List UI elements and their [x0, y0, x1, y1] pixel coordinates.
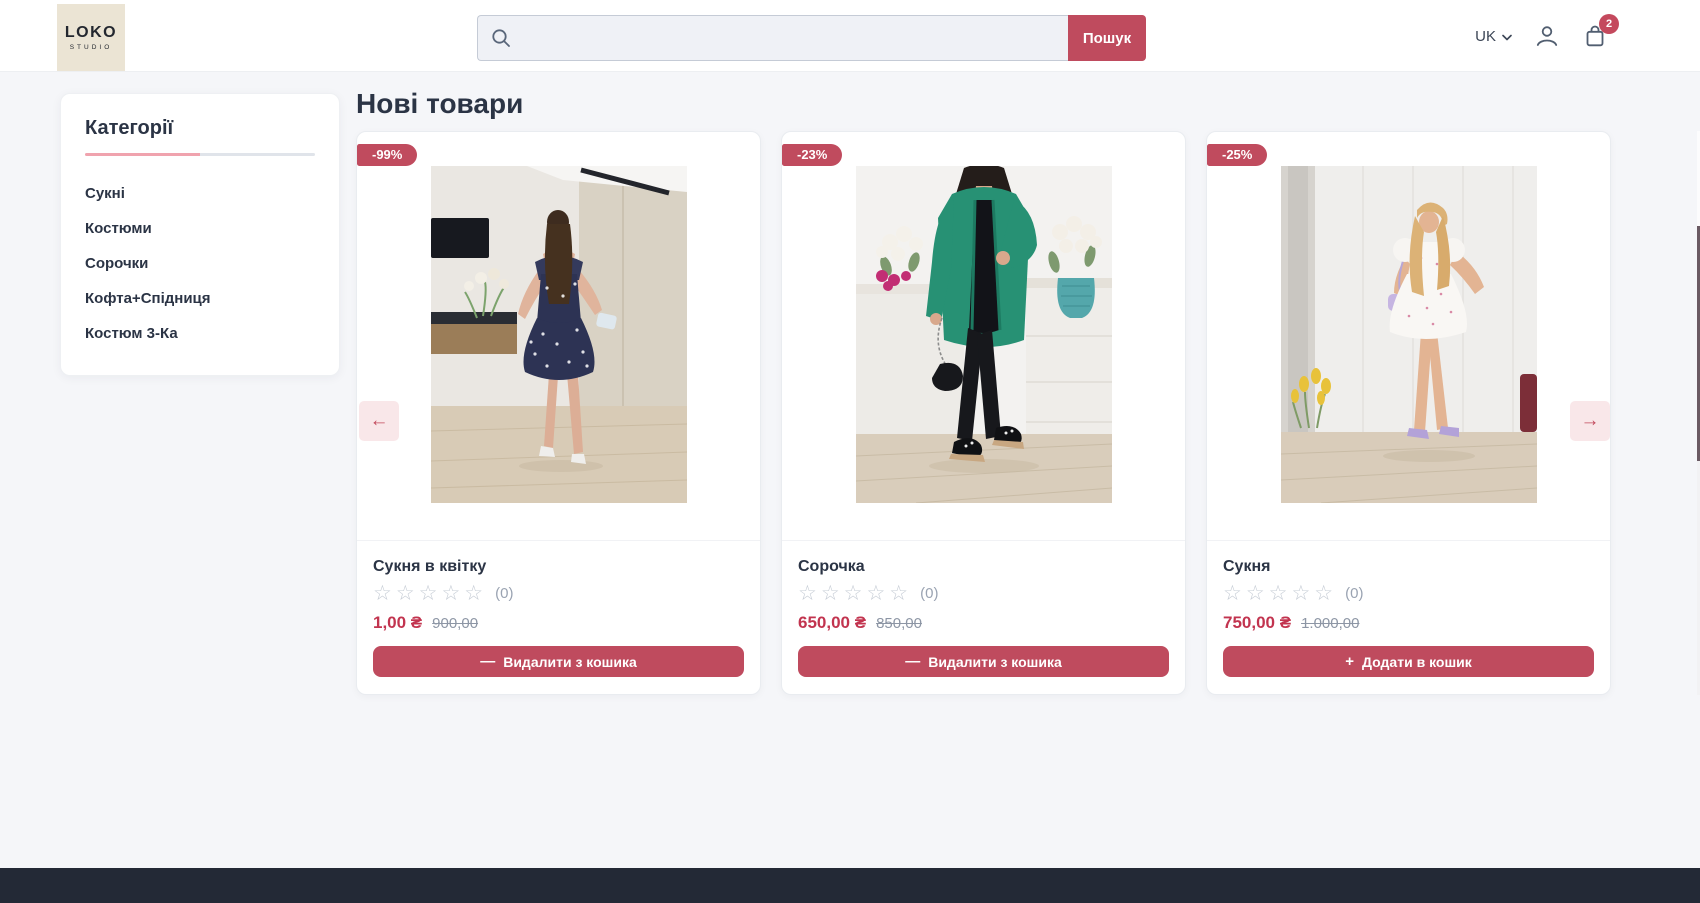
- product-info: Сукня ☆☆☆☆☆ (0) 750,00 ₴ 1.000,00 + Дода…: [1207, 541, 1610, 677]
- sidebar-item-kostiumy[interactable]: Костюми: [85, 211, 315, 246]
- discount-badge: -23%: [782, 144, 842, 166]
- arrow-left-icon: ←: [370, 410, 389, 432]
- categories-panel: Категорії Сукні Костюми Сорочки Кофта+Сп…: [60, 93, 340, 376]
- product-info: Сукня в квітку ☆☆☆☆☆ (0) 1,00 ₴ 900,00 —…: [357, 541, 760, 677]
- sidebar-item-sorochky[interactable]: Сорочки: [85, 246, 315, 281]
- remove-from-cart-button[interactable]: — Видалити з кошика: [373, 646, 744, 677]
- product-title[interactable]: Сорочка: [798, 558, 1169, 576]
- plus-icon: +: [1345, 654, 1354, 669]
- cart-button[interactable]: 2: [1582, 23, 1608, 49]
- product-prices: 1,00 ₴ 900,00: [373, 613, 744, 633]
- remove-from-cart-button[interactable]: — Видалити з кошика: [798, 646, 1169, 677]
- product-card: -99%: [356, 131, 761, 695]
- rating-count: (0): [495, 585, 513, 602]
- search-input[interactable]: [477, 15, 1068, 61]
- product-photo-illustration: [1281, 166, 1537, 503]
- sidebar-item-kofta-spidnytsia[interactable]: Кофта+Спідниця: [85, 281, 315, 316]
- categories-divider: [85, 153, 315, 156]
- rating-stars: ☆☆☆☆☆: [1223, 583, 1337, 604]
- language-label: UK: [1475, 28, 1496, 45]
- old-price: 850,00: [876, 615, 922, 632]
- logo-subtitle: STUDIO: [70, 44, 113, 51]
- header-controls: UK 2: [1475, 0, 1608, 72]
- product-title[interactable]: Сукня в квітку: [373, 558, 744, 576]
- categories-title: Категорії: [85, 117, 315, 140]
- user-icon: [1534, 23, 1560, 49]
- old-price: 900,00: [432, 615, 478, 632]
- product-card: -25%: [1206, 131, 1611, 695]
- add-to-cart-button[interactable]: + Додати в кошик: [1223, 646, 1594, 677]
- product-image[interactable]: [1207, 132, 1610, 541]
- cart-button-label: Видалити з кошика: [928, 654, 1062, 670]
- search-button[interactable]: Пошук: [1068, 15, 1146, 61]
- minus-icon: —: [905, 654, 920, 669]
- current-price: 750,00 ₴: [1223, 613, 1291, 633]
- rating-count: (0): [920, 585, 938, 602]
- carousel-next-button[interactable]: →: [1570, 401, 1610, 441]
- account-button[interactable]: [1534, 23, 1560, 49]
- cart-count-badge: 2: [1599, 14, 1619, 34]
- product-carousel: -99%: [356, 131, 1611, 695]
- page-title: Нові товари: [356, 88, 523, 120]
- header: LOKO STUDIO Пошук UK 2: [0, 0, 1700, 72]
- product-card: -23%: [781, 131, 1186, 695]
- language-selector[interactable]: UK: [1475, 28, 1512, 45]
- carousel-prev-button[interactable]: ←: [359, 401, 399, 441]
- cart-button-label: Додати в кошик: [1362, 654, 1472, 670]
- product-photo-illustration: [431, 166, 687, 503]
- current-price: 650,00 ₴: [798, 613, 866, 633]
- product-prices: 650,00 ₴ 850,00: [798, 613, 1169, 633]
- categories-list: Сукні Костюми Сорочки Кофта+Спідниця Кос…: [85, 176, 315, 351]
- sidebar-item-kostium-3ka[interactable]: Костюм 3-Ка: [85, 316, 315, 351]
- chevron-down-icon: [1502, 28, 1512, 45]
- logo-title: LOKO: [65, 24, 117, 42]
- cart-button-label: Видалити з кошика: [503, 654, 637, 670]
- product-title[interactable]: Сукня: [1223, 558, 1594, 576]
- minus-icon: —: [480, 654, 495, 669]
- sidebar-item-sukni[interactable]: Сукні: [85, 176, 315, 211]
- product-photo-illustration: [856, 166, 1112, 503]
- current-price: 1,00 ₴: [373, 613, 422, 633]
- old-price: 1.000,00: [1301, 615, 1359, 632]
- rating-count: (0): [1345, 585, 1363, 602]
- arrow-right-icon: →: [1581, 410, 1600, 432]
- discount-badge: -99%: [357, 144, 417, 166]
- product-rating: ☆☆☆☆☆ (0): [798, 583, 1169, 604]
- product-image[interactable]: [357, 132, 760, 541]
- discount-badge: -25%: [1207, 144, 1267, 166]
- product-image[interactable]: [782, 132, 1185, 541]
- logo[interactable]: LOKO STUDIO: [57, 4, 125, 71]
- product-prices: 750,00 ₴ 1.000,00: [1223, 613, 1594, 633]
- rating-stars: ☆☆☆☆☆: [373, 583, 487, 604]
- rating-stars: ☆☆☆☆☆: [798, 583, 912, 604]
- search-bar: Пошук: [477, 15, 1146, 61]
- product-rating: ☆☆☆☆☆ (0): [373, 583, 744, 604]
- product-info: Сорочка ☆☆☆☆☆ (0) 650,00 ₴ 850,00 — Вида…: [782, 541, 1185, 677]
- footer: [0, 868, 1700, 903]
- product-rating: ☆☆☆☆☆ (0): [1223, 583, 1594, 604]
